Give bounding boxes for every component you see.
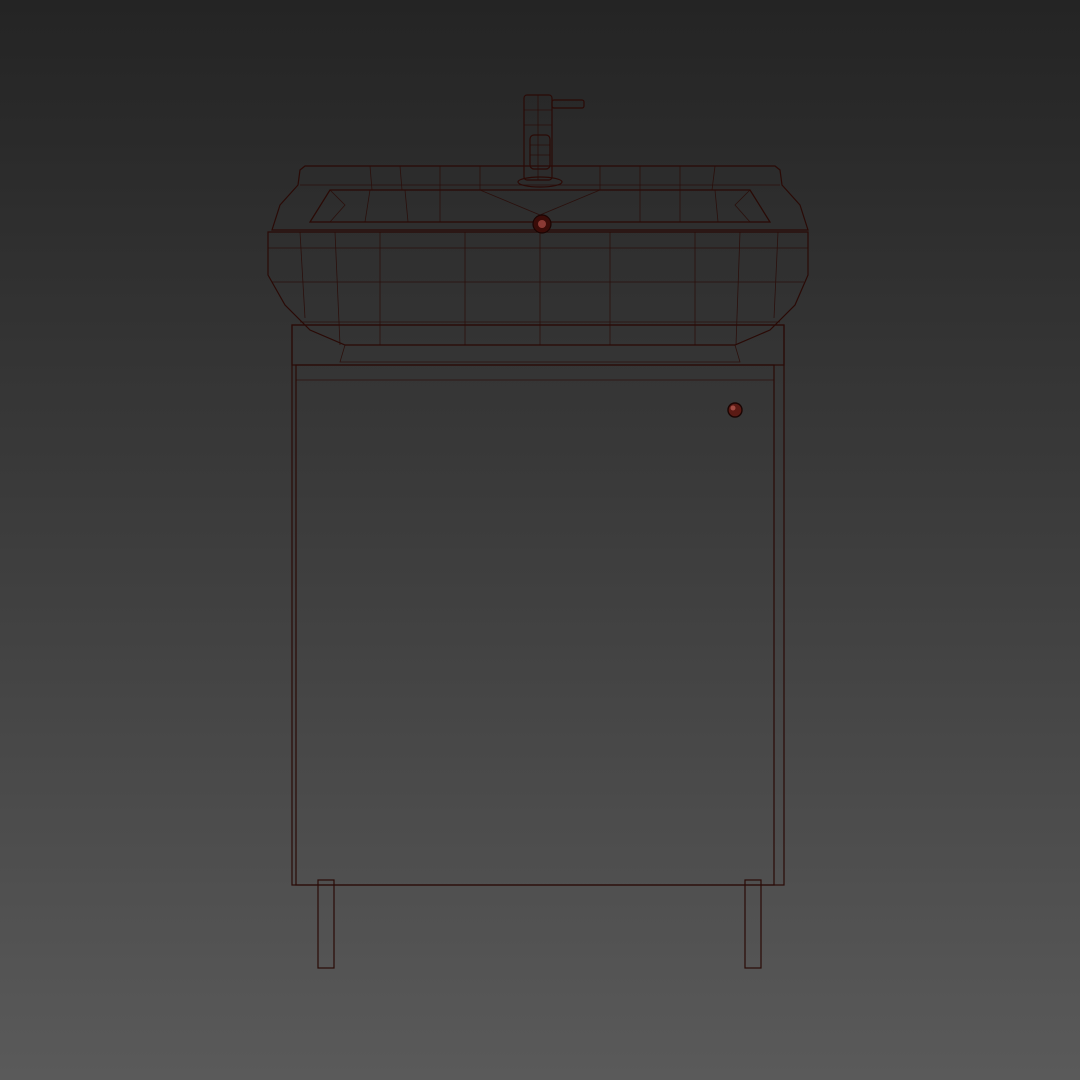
faucet	[517, 94, 585, 188]
faucet-base	[517, 176, 563, 188]
cabinet-back-panel	[291, 324, 785, 886]
faucet-spout	[529, 134, 551, 170]
cabinet	[291, 324, 785, 886]
right-leg	[744, 879, 762, 969]
sink-basin	[267, 165, 809, 363]
left-leg	[317, 879, 335, 969]
door-knob-icon	[727, 402, 743, 418]
basin-front	[267, 231, 809, 346]
cabinet-door	[295, 364, 775, 886]
faucet-lever	[551, 99, 585, 109]
3d-viewport[interactable]	[0, 0, 1080, 1080]
cabinet-legs	[317, 879, 762, 969]
model-render	[267, 94, 809, 969]
